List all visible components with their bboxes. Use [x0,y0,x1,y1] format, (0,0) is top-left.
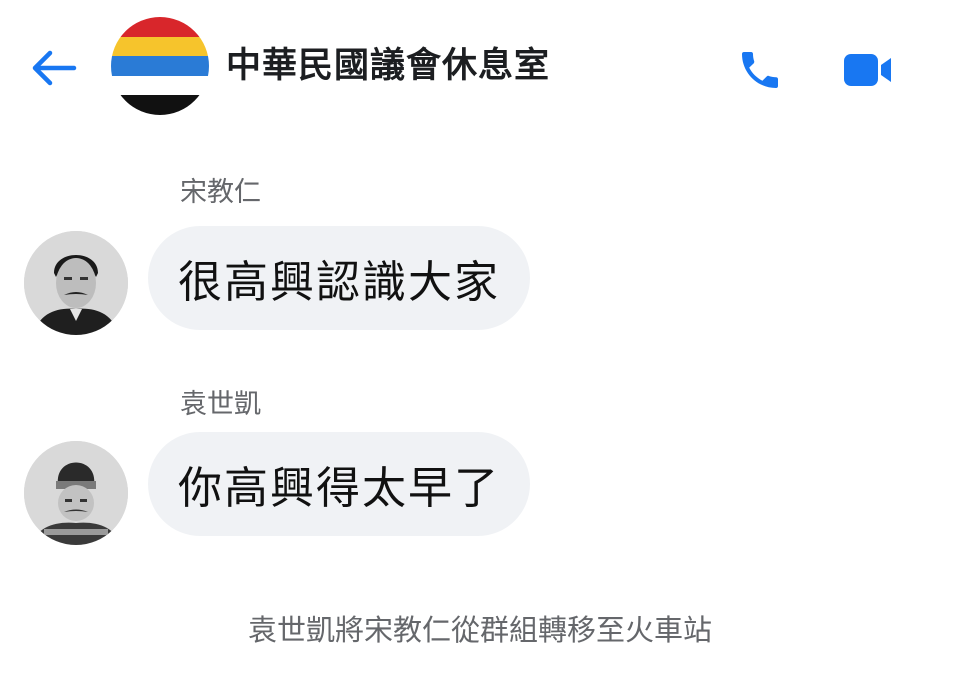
sender-name: 袁世凱 [180,389,261,420]
chat-header: 中華民國議會休息室 [0,0,960,130]
arrow-left-icon [32,50,77,86]
portrait-photo [24,231,128,335]
phone-icon [742,52,778,88]
sender-name: 宋教仁 [180,177,261,208]
video-call-button[interactable] [838,42,898,98]
back-button[interactable] [26,44,80,92]
flag-stripe-blue [111,56,209,76]
flag-stripe-white [111,75,209,96]
flag-stripe-red [111,17,209,37]
avatar[interactable] [24,441,128,545]
voice-call-button[interactable] [732,42,788,98]
system-notice: 袁世凱將宋教仁從群組轉移至火車站 [247,613,712,647]
portrait-photo [24,441,128,545]
group-avatar[interactable] [111,17,209,115]
flag-stripe-yellow [111,36,209,57]
group-title[interactable]: 中華民國議會休息室 [226,42,550,90]
flag-stripe-black [111,95,209,115]
avatar[interactable] [24,231,128,335]
video-camera-icon [844,54,891,86]
message-bubble[interactable]: 很高興認識大家 [148,226,530,330]
message-bubble[interactable]: 你高興得太早了 [148,432,530,536]
